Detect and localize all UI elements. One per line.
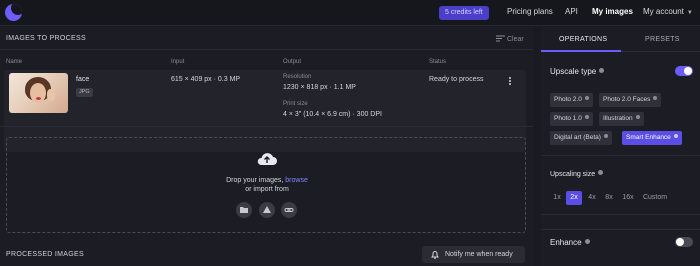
info-icon bbox=[653, 96, 658, 100]
col-header-name: Name bbox=[6, 59, 23, 65]
type-smart-enhance[interactable]: Smart Enhance bbox=[622, 131, 682, 145]
import-from-text: or import from bbox=[245, 186, 289, 193]
chip-label: Smart Enhance bbox=[626, 134, 671, 141]
divider bbox=[541, 229, 700, 230]
nav-my-account-label: My account bbox=[643, 7, 684, 16]
import-folder-button[interactable] bbox=[236, 202, 252, 218]
drop-zone[interactable]: Drop your images, browse or import from bbox=[6, 137, 526, 233]
upscaling-size-label: Upscaling size bbox=[550, 171, 596, 178]
notify-label: Notify me when ready bbox=[445, 251, 513, 258]
info-icon bbox=[603, 134, 608, 138]
output-print-size: 4 × 3" (10.4 × 6.9 cm) · 300 DPI bbox=[283, 111, 382, 118]
upscale-type-label: Upscale type bbox=[550, 67, 597, 76]
divider bbox=[0, 126, 533, 127]
size-8x[interactable]: 8x bbox=[602, 191, 616, 205]
notify-me-button[interactable]: Notify me when ready bbox=[422, 246, 525, 263]
google-drive-icon bbox=[263, 206, 271, 213]
clear-label: Clear bbox=[507, 36, 524, 43]
info-icon[interactable] bbox=[599, 68, 605, 73]
enhance-label: Enhance bbox=[550, 238, 582, 247]
clear-button[interactable]: Clear bbox=[496, 35, 524, 43]
info-icon bbox=[584, 115, 589, 119]
import-link-button[interactable] bbox=[281, 202, 297, 218]
col-header-status: Status bbox=[429, 59, 447, 65]
clear-list-icon bbox=[496, 35, 505, 42]
chip-label: Illustration bbox=[603, 115, 633, 122]
info-icon[interactable] bbox=[598, 170, 604, 175]
nav-api[interactable]: API bbox=[565, 7, 578, 16]
active-tab-indicator bbox=[541, 50, 621, 52]
enhance-toggle[interactable] bbox=[675, 237, 693, 247]
col-header-input: Input bbox=[171, 59, 185, 65]
print-size-label: Print size bbox=[283, 101, 308, 107]
chevron-down-icon: ▼ bbox=[686, 10, 693, 16]
nav-pricing-plans[interactable]: Pricing plans bbox=[507, 7, 553, 16]
chip-label: Photo 2.0 bbox=[554, 96, 582, 103]
tab-bar: OPERATIONS PRESETS bbox=[541, 27, 700, 52]
size-custom[interactable]: Custom bbox=[640, 191, 670, 205]
chip-label: Photo 1.0 bbox=[554, 115, 582, 122]
link-icon bbox=[284, 208, 294, 212]
format-badge: JPG bbox=[76, 88, 93, 97]
images-to-process-title: IMAGES TO PROCESS bbox=[6, 35, 86, 42]
image-name: face bbox=[76, 76, 90, 83]
type-illustration[interactable]: Illustration bbox=[599, 112, 644, 126]
top-bar: 5 credits left Pricing plans API My imag… bbox=[0, 0, 700, 26]
resolution-label: Resolution bbox=[283, 74, 312, 80]
tab-operations[interactable]: OPERATIONS bbox=[559, 36, 607, 43]
divider bbox=[541, 155, 700, 156]
chip-label: Photo 2.0 Faces bbox=[603, 96, 651, 103]
col-header-output: Output bbox=[283, 59, 302, 65]
upscale-type-toggle[interactable] bbox=[675, 66, 693, 76]
browse-link[interactable]: browse bbox=[285, 177, 308, 184]
info-icon bbox=[584, 96, 589, 100]
size-1x[interactable]: 1x bbox=[550, 191, 564, 205]
tab-presets[interactable]: PRESETS bbox=[645, 36, 680, 43]
nav-my-images[interactable]: My images bbox=[592, 7, 633, 16]
info-icon bbox=[635, 115, 640, 119]
upscale-type-title: Upscale type bbox=[550, 67, 605, 76]
size-2x[interactable]: 2x bbox=[566, 191, 582, 205]
nav-my-account[interactable]: My account ▼ bbox=[643, 7, 693, 16]
logo-icon[interactable] bbox=[5, 4, 22, 21]
type-digital-art[interactable]: Digital art (Beta) bbox=[550, 131, 612, 145]
folder-icon bbox=[240, 207, 248, 213]
info-icon bbox=[673, 134, 678, 138]
size-16x[interactable]: 16x bbox=[620, 191, 636, 205]
size-4x[interactable]: 4x bbox=[585, 191, 599, 205]
processed-images-title: PROCESSED IMAGES bbox=[6, 251, 84, 258]
drop-text: Drop your images, bbox=[226, 177, 284, 184]
images-panel: IMAGES TO PROCESS Clear Name Input Outpu… bbox=[0, 27, 533, 266]
output-resolution: 1230 × 818 px · 1.1 MP bbox=[283, 84, 356, 91]
type-photo-2-faces[interactable]: Photo 2.0 Faces bbox=[599, 93, 662, 107]
info-icon[interactable] bbox=[584, 239, 590, 244]
cloud-upload-icon bbox=[257, 153, 277, 165]
status-text: Ready to process bbox=[429, 76, 484, 83]
operations-panel: OPERATIONS PRESETS Upscale type Photo 2.… bbox=[541, 27, 700, 266]
type-photo-1[interactable]: Photo 1.0 bbox=[550, 112, 593, 126]
bell-icon bbox=[431, 251, 439, 259]
divider bbox=[0, 49, 533, 50]
import-drive-button[interactable] bbox=[259, 202, 275, 218]
image-thumbnail[interactable] bbox=[9, 73, 68, 113]
input-size: 615 × 409 px · 0.3 MP bbox=[171, 76, 241, 83]
upscaling-size-title: Upscaling size bbox=[550, 170, 604, 178]
enhance-title: Enhance bbox=[550, 238, 590, 247]
type-photo-2[interactable]: Photo 2.0 bbox=[550, 93, 593, 107]
chip-label: Digital art (Beta) bbox=[554, 134, 601, 141]
divider bbox=[541, 214, 700, 215]
more-options-icon[interactable] bbox=[509, 76, 513, 86]
credits-badge[interactable]: 5 credits left bbox=[439, 6, 489, 20]
